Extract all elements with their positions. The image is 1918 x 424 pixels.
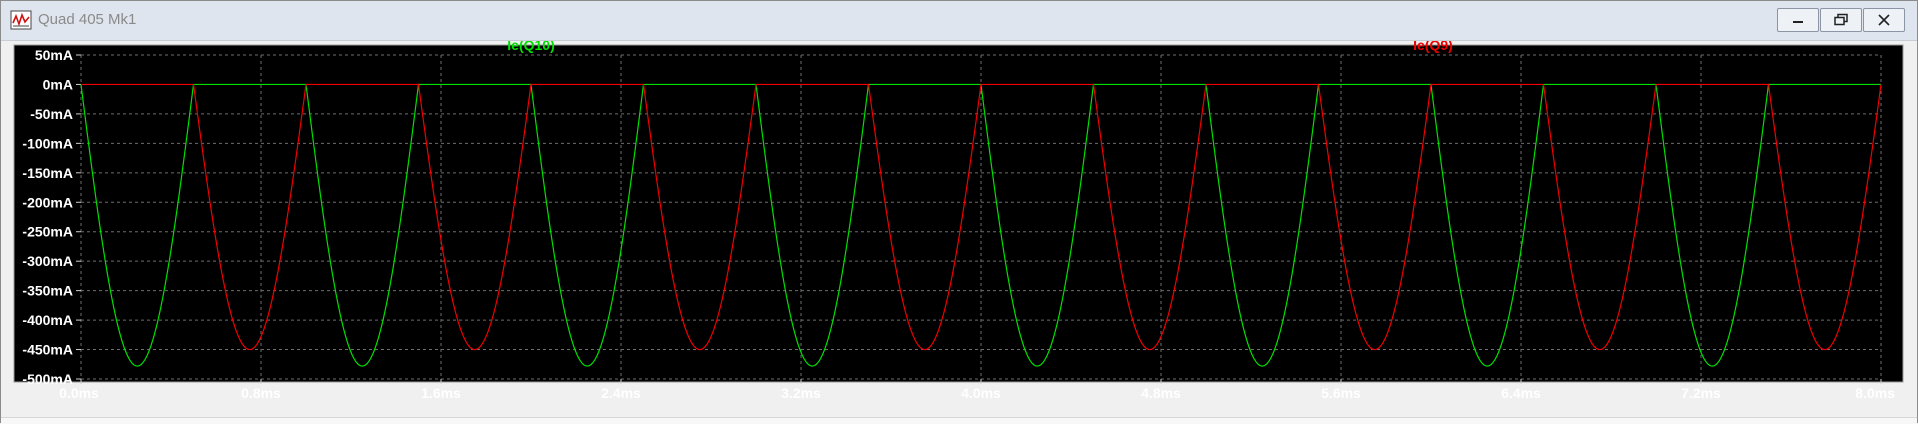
x-tick-label: 1.6ms — [421, 385, 461, 401]
window-title: Quad 405 Mk1 — [38, 11, 137, 28]
legend-label[interactable]: Ie(Q10) — [507, 41, 554, 53]
x-tick-label: 8.0ms — [1855, 385, 1895, 401]
plot-frame — [13, 44, 1904, 383]
x-tick-label: 0.8ms — [241, 385, 281, 401]
y-tick-label: -250mA — [22, 224, 73, 240]
x-tick-label: 4.0ms — [961, 385, 1001, 401]
x-tick-label: 6.4ms — [1501, 385, 1541, 401]
waveform-icon — [10, 10, 32, 30]
y-tick-label: -450mA — [22, 342, 73, 358]
y-tick-label: -150mA — [22, 165, 73, 181]
plot-window: Quad 405 Mk1 50mA 0mA -50mA -100mA -150mA -20… — [0, 0, 1918, 424]
x-tick-label: 2.4ms — [601, 385, 641, 401]
x-tick-label: 7.2ms — [1681, 385, 1721, 401]
minimize-icon — [1793, 21, 1803, 23]
y-tick-label: 50mA — [35, 47, 73, 63]
close-button[interactable] — [1863, 8, 1905, 32]
y-tick-label: -100mA — [22, 135, 73, 151]
y-tick-label: -400mA — [22, 312, 73, 328]
y-tick-label: -300mA — [22, 253, 73, 269]
x-tick-label: 4.8ms — [1141, 385, 1181, 401]
y-tick-label: -350mA — [22, 283, 73, 299]
legend-label[interactable]: Ie(Q9) — [1413, 41, 1453, 53]
y-tick-label: -50mA — [30, 106, 73, 122]
x-tick-label: 0.0ms — [59, 385, 99, 401]
maximize-button[interactable] — [1820, 8, 1862, 32]
x-tick-label: 3.2ms — [781, 385, 821, 401]
y-tick-label: -200mA — [22, 194, 73, 210]
x-tick-label: 5.6ms — [1321, 385, 1361, 401]
title-bar[interactable]: Quad 405 Mk1 — [1, 1, 1917, 41]
maximize-icon — [1834, 13, 1848, 26]
close-icon — [1878, 14, 1890, 26]
y-tick-label: 0mA — [43, 76, 73, 92]
waveform-plot[interactable]: 50mA 0mA -50mA -100mA -150mA -200mA -250mA -300… — [1, 41, 1917, 419]
minimize-button[interactable] — [1777, 8, 1819, 32]
